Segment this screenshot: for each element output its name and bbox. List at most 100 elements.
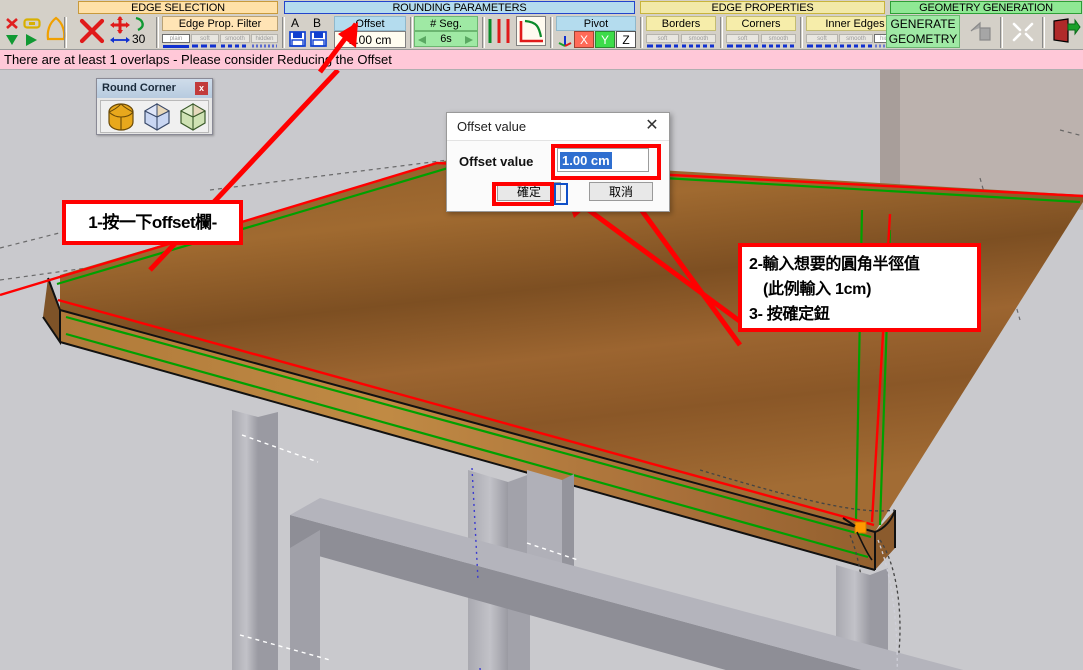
offset-header[interactable]: Offset — [334, 16, 406, 31]
generate-line2: GEOMETRY — [888, 32, 958, 46]
collapse-x-icon[interactable] — [1010, 20, 1036, 44]
round-corner-tools — [100, 100, 209, 133]
pivot-header: Pivot — [556, 16, 636, 31]
axes-origin-icon — [558, 36, 572, 47]
close-icon[interactable]: ✕ — [643, 117, 661, 135]
edge-prop-filter-header: Edge Prop. Filter — [162, 16, 278, 31]
generate-geometry-button[interactable]: GENERATE GEOMETRY — [886, 15, 960, 48]
corners-smooth-line-indicator — [762, 44, 795, 48]
line-style-smooth-indicator — [221, 44, 249, 48]
stretcher-joint — [290, 530, 320, 670]
toolbar-separator — [640, 17, 643, 48]
ab-preset-group: A B — [288, 15, 332, 50]
leg-front-left[interactable] — [232, 410, 258, 670]
toolbar-separator — [156, 17, 159, 48]
pivot-axis-x[interactable]: X — [574, 31, 594, 48]
fillet-curve-icon[interactable] — [516, 16, 546, 46]
segments-group: # Seg. 6s — [414, 15, 480, 50]
pivot-axis-y[interactable]: Y — [595, 31, 615, 48]
rect-select-icon[interactable] — [23, 18, 41, 30]
generate-group: GENERATE GEOMETRY — [886, 15, 1083, 50]
bevel-corner-tool-icon[interactable] — [141, 102, 173, 132]
toolbar-separator — [550, 17, 553, 48]
filter-option-plain[interactable]: plain — [162, 34, 190, 43]
close-icon[interactable]: x — [195, 82, 208, 95]
profile-icon-group — [486, 15, 548, 50]
annotation-step2-line2: (此例輸入 1cm) — [763, 281, 872, 298]
band-geometry-generation: GEOMETRY GENERATION — [890, 1, 1082, 14]
borders-option-smooth[interactable]: smooth — [681, 34, 716, 43]
segments-value-field[interactable]: 6s — [414, 31, 478, 47]
annotation-step3: 3- 按確定鈕 — [749, 306, 830, 323]
triangle-right-icon[interactable] — [23, 32, 39, 46]
width-value: 30 — [132, 32, 146, 46]
annotation-step-2-3: 2-輸入想要的圓角半徑值 (此例輸入 1cm) 3- 按確定鈕 — [738, 243, 981, 332]
triangle-right-icon[interactable] — [465, 36, 474, 44]
line-style-plain-indicator — [163, 45, 189, 48]
main-toolbar: EDGE SELECTION ROUNDING PARAMETERS EDGE … — [0, 0, 1083, 50]
offset-value-field[interactable]: 1.00 cm — [334, 31, 406, 48]
filter-option-soft[interactable]: soft — [191, 34, 219, 43]
arc-icon[interactable] — [132, 16, 148, 32]
toolbar-separator — [282, 17, 285, 48]
cancel-button[interactable]: 取消 — [589, 182, 653, 201]
leg-front-left-side — [258, 412, 278, 670]
width-arrow-icon[interactable] — [110, 35, 130, 45]
toolbar-separator — [64, 17, 67, 48]
inner-smooth-line-indicator — [840, 44, 872, 48]
toolbar-separator — [800, 17, 803, 48]
round-corner-panel[interactable]: Round Corner x — [96, 78, 213, 135]
annotation-step2-line1: 2-輸入想要的圓角半徑值 — [749, 256, 920, 273]
exit-door-icon[interactable] — [1051, 18, 1081, 46]
line-style-soft-indicator — [192, 44, 218, 48]
dialog-field-label: Offset value — [459, 154, 534, 169]
borders-header: Borders — [646, 16, 716, 31]
inner-soft-line-indicator — [807, 44, 837, 48]
three-bars-icon[interactable] — [486, 17, 512, 45]
filter-option-smooth[interactable]: smooth — [220, 34, 250, 43]
floppy-save-icon[interactable] — [289, 31, 306, 47]
dialog-title: Offset value — [457, 119, 527, 134]
segments-header: # Seg. — [414, 16, 478, 31]
corners-option-smooth[interactable]: smooth — [761, 34, 796, 43]
edit-icon-group: 30 — [70, 15, 160, 50]
borders-smooth-line-indicator — [682, 44, 715, 48]
toolbar-separator — [1042, 17, 1045, 48]
delete-x-icon[interactable] — [78, 17, 106, 45]
inner-edges-option-smooth[interactable]: smooth — [839, 34, 873, 43]
band-edge-selection: EDGE SELECTION — [78, 1, 278, 14]
x-deselect-icon[interactable] — [4, 16, 20, 31]
borders-option-soft[interactable]: soft — [646, 34, 679, 43]
round-corner-tool-icon[interactable] — [105, 102, 137, 132]
undo-arrow-icon[interactable] — [968, 20, 994, 44]
annotation-step-1: 1-按一下offset欄- — [62, 200, 243, 245]
selection-icon-group — [2, 15, 66, 50]
toolbar-separator — [1000, 17, 1003, 48]
line-style-hidden-indicator — [252, 44, 277, 48]
corner-selection-marker[interactable] — [854, 521, 867, 534]
filter-option-hidden[interactable]: hidden — [251, 34, 278, 43]
inner-edges-option-soft[interactable]: soft — [806, 34, 838, 43]
ok-highlight-box — [492, 182, 554, 206]
borders-soft-line-indicator — [647, 44, 678, 48]
input-highlight-box — [551, 144, 661, 180]
triangle-down-icon[interactable] — [4, 32, 20, 46]
ok-focus-box — [554, 183, 568, 205]
offset-group: Offset 1.00 cm — [334, 15, 408, 50]
generate-line1: GENERATE — [890, 17, 956, 31]
toolbar-separator — [410, 17, 413, 48]
corners-option-soft[interactable]: soft — [726, 34, 759, 43]
toolbar-separator — [720, 17, 723, 48]
preset-a-label: A — [291, 16, 300, 30]
toolbar-controls: 30 Edge Prop. Filter plain soft smooth h… — [0, 15, 1083, 50]
preset-b-label: B — [313, 16, 322, 30]
sharp-corner-tool-icon[interactable] — [177, 102, 209, 132]
toolbar-separator — [482, 17, 485, 48]
floppy-save-icon[interactable] — [310, 31, 327, 47]
corners-header: Corners — [726, 16, 796, 31]
band-edge-properties: EDGE PROPERTIES — [640, 1, 885, 14]
band-rounding-parameters: ROUNDING PARAMETERS — [284, 1, 635, 14]
edge-prop-filter-group: Edge Prop. Filter plain soft smooth hidd… — [162, 15, 280, 50]
pivot-axis-z[interactable]: Z — [616, 31, 636, 48]
move-cross-icon[interactable] — [110, 16, 130, 34]
